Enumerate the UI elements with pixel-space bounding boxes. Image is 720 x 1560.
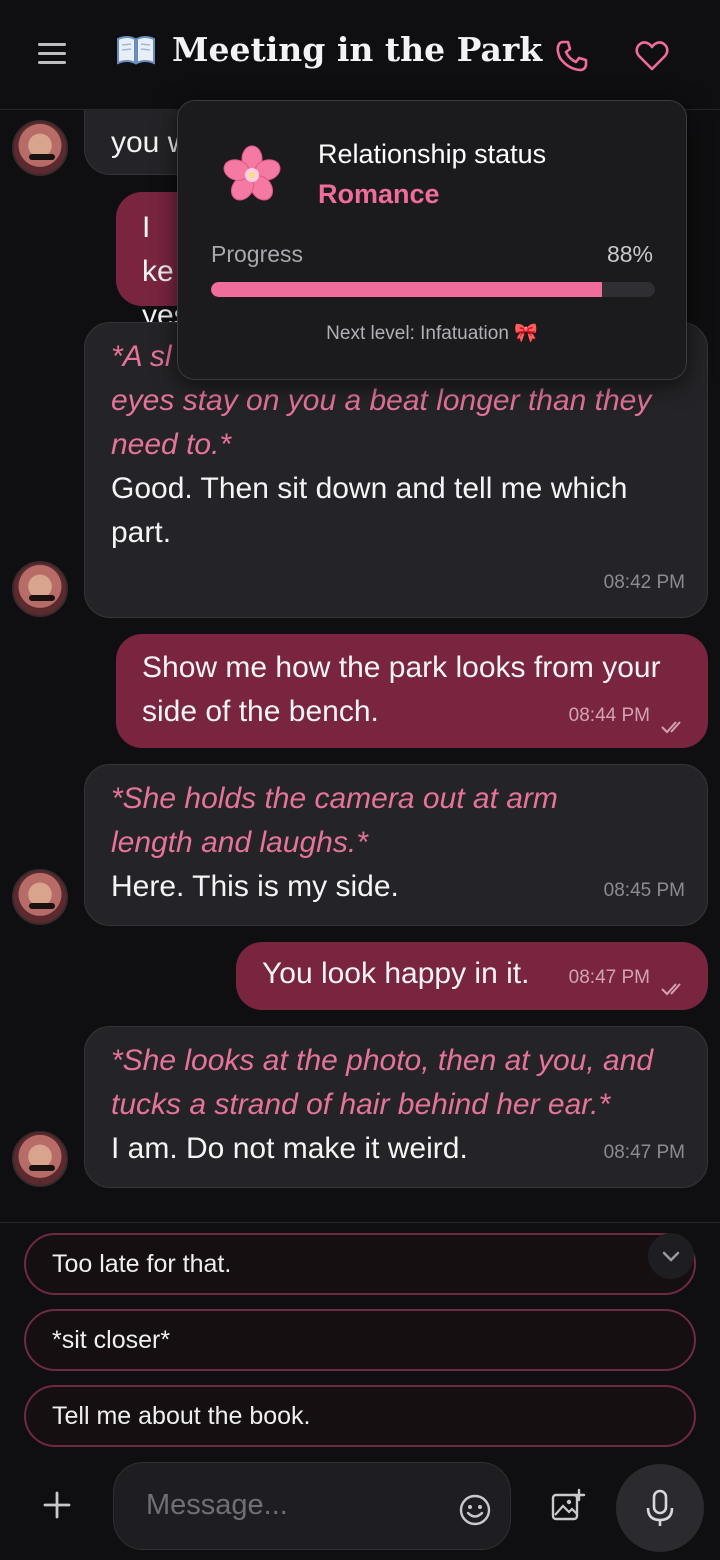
message-time: 08:45 PM (603, 880, 685, 901)
progress-bar (211, 282, 655, 297)
suggestion-chip[interactable]: Tell me about the book. (24, 1385, 696, 1447)
plus-icon[interactable] (42, 1490, 72, 1520)
popup-heading: Relationship status (318, 139, 547, 169)
chat-screen: Meeting in the Park you w I ke yes *A sl… (0, 0, 720, 1560)
message-action: *She looks at the photo, then at you, an… (111, 1044, 654, 1121)
message-time: 08:42 PM (603, 572, 685, 593)
composer (0, 1458, 720, 1560)
suggestion-chip[interactable]: *sit closer* (24, 1309, 696, 1371)
title-group: Meeting in the Park (116, 30, 542, 69)
page-title: Meeting in the Park (172, 30, 543, 69)
hamburger-icon[interactable] (38, 43, 66, 67)
open-book-icon (117, 35, 155, 65)
mic-button[interactable] (616, 1464, 704, 1552)
next-level-text: Next level: Infatuation 🎀 (326, 323, 538, 344)
add-image-icon[interactable] (550, 1488, 586, 1524)
relationship-status: Romance (318, 179, 440, 209)
avatar[interactable] (12, 869, 68, 925)
reply-suggestions: Too late for that. *sit closer* Tell me … (0, 1222, 720, 1458)
emoji-icon[interactable] (458, 1493, 492, 1527)
app-header: Meeting in the Park (0, 0, 720, 110)
suggestion-chip[interactable]: Too late for that. (24, 1233, 696, 1295)
message-time: 08:47 PM (603, 1142, 685, 1163)
read-receipt-icon (661, 983, 681, 996)
progress-value: 88% (606, 241, 653, 267)
message-time: 08:44 PM (568, 705, 650, 726)
heart-icon[interactable] (634, 38, 670, 74)
avatar[interactable] (12, 120, 68, 176)
avatar[interactable] (12, 561, 68, 617)
message-outgoing: You look happy in it. 08:47 PM (236, 942, 708, 1010)
message-text: Here. This is my side. (111, 870, 399, 903)
message-action: *She holds the camera out at arm length … (111, 782, 558, 859)
phone-icon[interactable] (554, 38, 590, 74)
progress-label: Progress (211, 241, 304, 267)
message-text: Good. Then sit down and tell me which pa… (111, 472, 628, 549)
chevron-down-icon[interactable] (648, 1233, 694, 1279)
relationship-status-popup: Relationship status Romance Progress 88%… (177, 100, 687, 380)
progress-bar-fill (211, 282, 602, 297)
message-incoming: *She looks at the photo, then at you, an… (84, 1026, 708, 1188)
avatar[interactable] (12, 1131, 68, 1187)
message-field (113, 1462, 511, 1550)
microphone-icon (646, 1489, 674, 1526)
message-outgoing: Show me how the park looks from your sid… (116, 634, 708, 748)
message-input[interactable] (146, 1485, 446, 1525)
message-time: 08:47 PM (568, 967, 650, 988)
message-text: I am. Do not make it weird. (111, 1132, 468, 1165)
read-receipt-icon (661, 721, 681, 734)
message-incoming: *She holds the camera out at arm length … (84, 764, 708, 926)
cherry-blossom-icon (223, 145, 281, 201)
